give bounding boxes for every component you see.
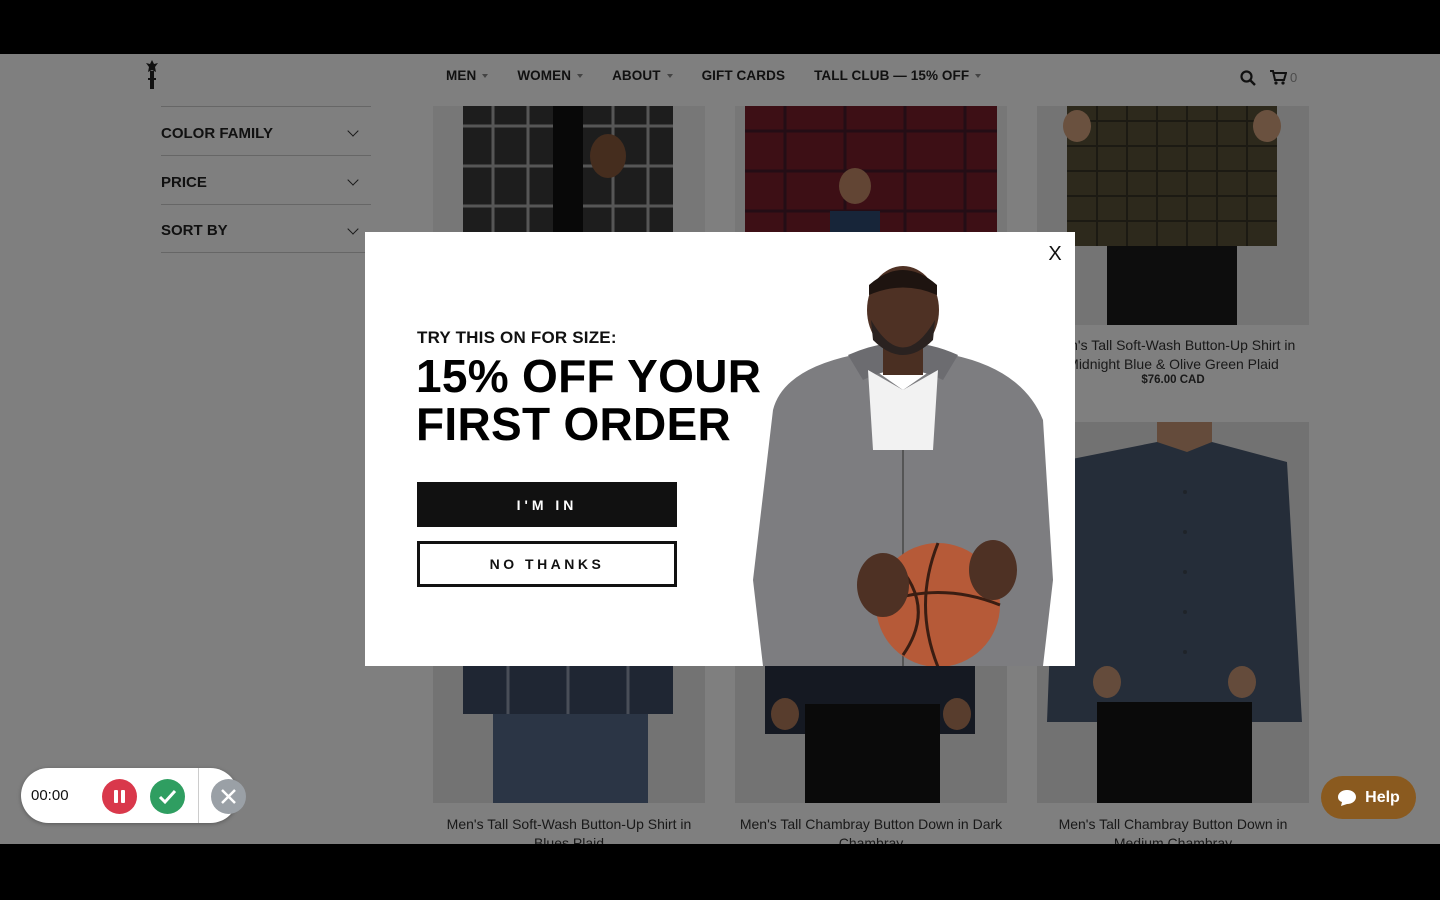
divider — [198, 768, 199, 823]
chat-bubble-icon — [1338, 789, 1357, 806]
pause-icon — [114, 790, 125, 803]
pause-button[interactable] — [102, 779, 137, 814]
promo-modal: X TRY THIS ON FOR SIZE: 15% OFF YOUR FIR… — [365, 232, 1075, 666]
help-label: Help — [1365, 788, 1400, 806]
no-thanks-button[interactable]: NO THANKS — [417, 541, 677, 587]
browser-viewport: MEN WOMEN ABOUT GIFT CARDS TALL CLUB — 1… — [0, 54, 1440, 844]
cancel-button[interactable] — [211, 779, 246, 814]
finish-button[interactable] — [150, 779, 185, 814]
recorder-timer: 00:00 — [31, 787, 69, 804]
model-photo — [753, 266, 1053, 666]
screen-recorder: 00:00 — [21, 768, 246, 823]
im-in-button[interactable]: I'M IN — [417, 482, 677, 527]
modal-eyebrow: TRY THIS ON FOR SIZE: — [417, 328, 617, 347]
close-icon — [221, 789, 236, 804]
headline-line-1: 15% OFF YOUR — [416, 350, 762, 402]
headline-line-2: FIRST ORDER — [416, 398, 732, 450]
check-icon — [158, 789, 177, 805]
modal-headline: 15% OFF YOUR FIRST ORDER — [416, 352, 796, 448]
help-button[interactable]: Help — [1321, 776, 1416, 819]
